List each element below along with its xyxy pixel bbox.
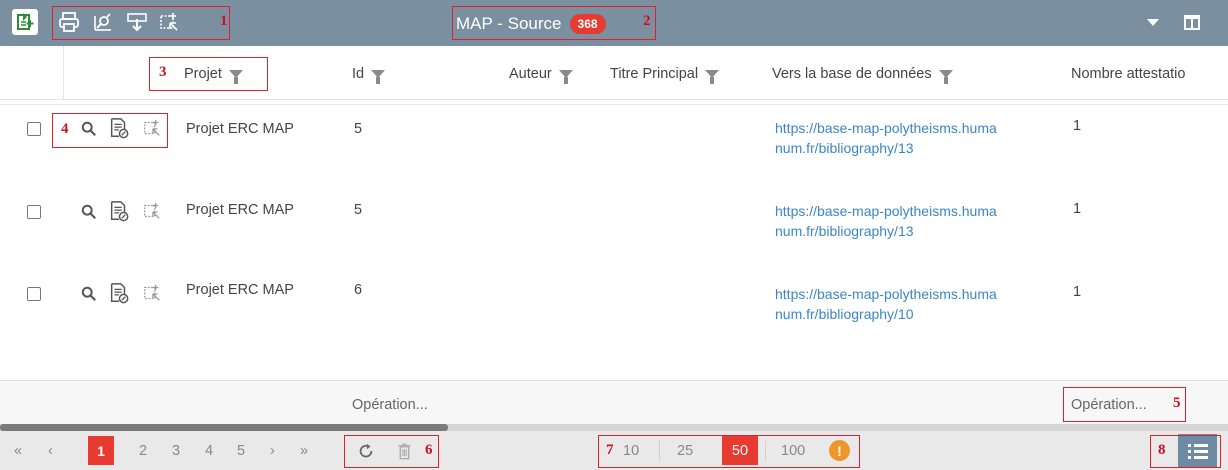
filter-icon[interactable] (558, 70, 573, 84)
cell-nombre: 1 (1073, 201, 1082, 217)
title-bar: MAP - Source 368 (0, 0, 1228, 46)
cell-projet: Projet ERC MAP (186, 121, 294, 137)
operation-row: Opération... Opération... (0, 380, 1228, 424)
warning-icon[interactable]: ! (829, 440, 850, 461)
select-edit-icon[interactable] (141, 200, 163, 222)
annotation-number: 7 (606, 442, 614, 458)
filter-icon[interactable] (938, 70, 953, 84)
search-icon[interactable] (80, 120, 98, 138)
column-header-vers-base[interactable]: Vers la base de données (772, 66, 953, 84)
select-edit-icon[interactable] (156, 9, 182, 35)
row-checkbox[interactable] (27, 122, 41, 136)
column-header-label: Id (352, 66, 365, 82)
horizontal-scrollbar-thumb[interactable] (0, 424, 448, 431)
record-count-badge: 368 (569, 13, 606, 34)
filter-icon[interactable] (228, 70, 243, 84)
row-checkbox[interactable] (27, 287, 41, 301)
document-edit-icon[interactable] (107, 116, 131, 140)
document-edit-icon[interactable] (107, 199, 131, 223)
export-down-icon[interactable] (124, 9, 150, 35)
filter-icon[interactable] (705, 70, 720, 84)
cell-nombre: 1 (1073, 284, 1082, 300)
last-page-button[interactable]: » (300, 443, 308, 459)
operation-select-left[interactable]: Opération... (352, 397, 428, 413)
table-row: Projet ERC MAP 5 https://base-map-polyth… (0, 190, 1228, 278)
document-edit-icon[interactable] (107, 281, 131, 305)
list-icon (1187, 443, 1208, 459)
row-checkbox[interactable] (27, 205, 41, 219)
select-edit-icon[interactable] (141, 282, 163, 304)
annotation-number: 6 (425, 442, 433, 458)
column-header-id[interactable]: Id (352, 66, 386, 84)
column-header-label: Titre Principal (610, 66, 699, 82)
trash-icon[interactable] (394, 440, 414, 462)
first-page-button[interactable]: « (14, 443, 22, 459)
column-header-auteur[interactable]: Auteur (509, 66, 573, 84)
cell-id: 5 (354, 202, 363, 218)
column-header-nombre-attestations[interactable]: Nombre attestatio (1071, 66, 1185, 82)
next-page-button[interactable]: › (270, 443, 275, 459)
divider (765, 441, 766, 461)
annotation-number: 5 (1173, 395, 1181, 411)
page-size-option-selected[interactable]: 50 (722, 436, 758, 465)
page-size-option[interactable]: 100 (781, 443, 805, 459)
annotation-number: 1 (220, 13, 228, 29)
page-button[interactable]: 2 (139, 443, 147, 459)
column-header-label: Projet (184, 66, 222, 82)
refresh-icon[interactable] (356, 441, 376, 461)
chart-search-icon[interactable] (90, 9, 116, 35)
window-title: MAP - Source (456, 13, 562, 33)
divider (659, 441, 660, 461)
column-header-label: Nombre attestatio (1071, 66, 1186, 82)
window-layout-icon[interactable] (1184, 15, 1200, 30)
print-icon[interactable] (56, 9, 82, 35)
column-header-label: Vers la base de données (772, 66, 932, 82)
window-title-area: MAP - Source 368 (456, 10, 606, 37)
operation-select-right[interactable]: Opération... (1071, 397, 1147, 413)
table-row: Projet ERC MAP 6 https://base-map-polyth… (0, 272, 1228, 360)
select-edit-icon[interactable] (141, 117, 163, 139)
page-button[interactable]: 4 (205, 443, 213, 459)
search-icon[interactable] (80, 203, 98, 221)
annotation-number: 2 (643, 13, 651, 29)
table-row: Projet ERC MAP 5 https://base-map-polyth… (0, 105, 1228, 193)
search-icon[interactable] (80, 285, 98, 303)
link-line: https://base-map-polytheisms.huma (775, 120, 997, 136)
link-line: num.fr/bibliography/10 (775, 306, 914, 322)
link-line: num.fr/bibliography/13 (775, 140, 914, 156)
add-record-icon[interactable] (12, 9, 38, 35)
column-header-titre-principal[interactable]: Titre Principal (610, 66, 720, 84)
page-button[interactable]: 3 (172, 443, 180, 459)
link-line: num.fr/bibliography/13 (775, 223, 914, 239)
filter-icon[interactable] (371, 70, 386, 84)
annotation-number: 3 (159, 64, 167, 80)
annotation-number: 8 (1158, 442, 1166, 458)
cell-id: 6 (354, 282, 363, 298)
page-button[interactable]: 5 (237, 443, 245, 459)
column-header-projet[interactable]: Projet (184, 66, 243, 84)
cell-vers-base-link[interactable]: https://base-map-polytheisms.huma num.fr… (775, 201, 997, 241)
prev-page-button[interactable]: ‹ (48, 443, 53, 459)
link-line: https://base-map-polytheisms.huma (775, 286, 997, 302)
column-divider (63, 46, 64, 100)
chevron-down-icon[interactable] (1147, 19, 1159, 26)
list-view-button[interactable] (1178, 434, 1217, 467)
cell-vers-base-link[interactable]: https://base-map-polytheisms.huma num.fr… (775, 284, 997, 324)
page-button-current[interactable]: 1 (88, 436, 114, 465)
cell-projet: Projet ERC MAP (186, 282, 294, 298)
cell-nombre: 1 (1073, 118, 1082, 134)
cell-projet: Projet ERC MAP (186, 202, 294, 218)
cell-id: 5 (354, 121, 363, 137)
cell-vers-base-link[interactable]: https://base-map-polytheisms.huma num.fr… (775, 118, 997, 158)
page-size-option[interactable]: 10 (623, 443, 639, 459)
page-size-option[interactable]: 25 (677, 443, 693, 459)
annotation-number: 4 (61, 121, 69, 137)
link-line: https://base-map-polytheisms.huma (775, 203, 997, 219)
column-header-label: Auteur (509, 66, 552, 82)
pager-bar: « ‹ 1 2 3 4 5 › » 10 25 50 100 ! (0, 431, 1228, 470)
